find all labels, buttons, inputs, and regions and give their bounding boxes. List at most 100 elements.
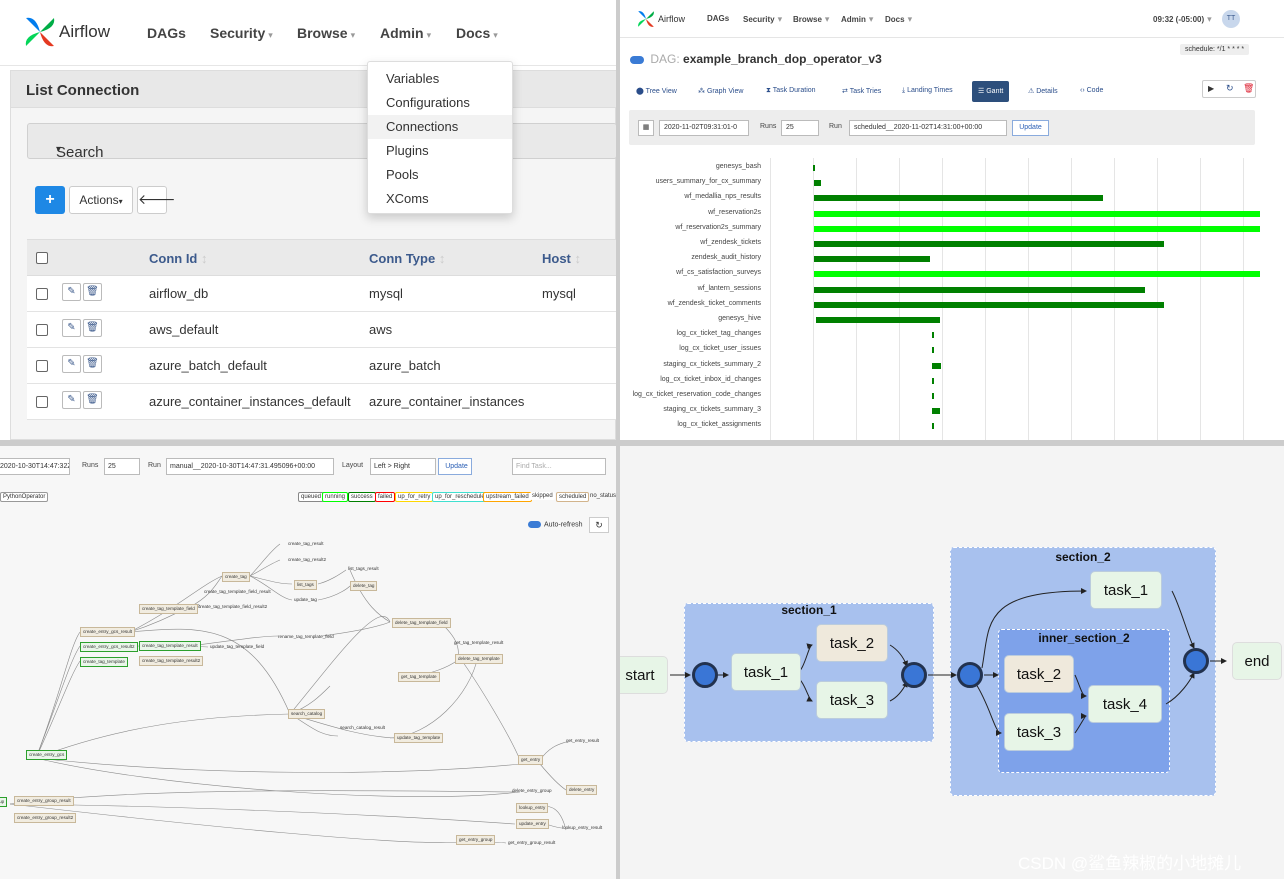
- graph-node[interactable]: search_catalog_result: [340, 725, 385, 731]
- brand-name[interactable]: Airflow: [658, 14, 685, 24]
- play-icon[interactable]: ▶: [1208, 84, 1214, 93]
- gantt-bar[interactable]: [814, 271, 1260, 278]
- graph-node[interactable]: get_entry_group_result: [508, 840, 555, 846]
- graph-node[interactable]: create_entry_group_result: [14, 796, 74, 806]
- update-button[interactable]: Update: [1012, 120, 1049, 136]
- graph-node[interactable]: delete_tag_template_field: [392, 618, 451, 628]
- tab-code[interactable]: ‹› Code: [1080, 87, 1103, 94]
- edit-icon[interactable]: ✎: [62, 391, 81, 409]
- graph-node[interactable]: create_tag: [222, 572, 250, 582]
- graph-node[interactable]: update_tag: [294, 597, 317, 603]
- row-checkbox[interactable]: [36, 288, 48, 300]
- column-host[interactable]: Host ↕: [542, 251, 581, 266]
- back-button[interactable]: 🡐: [137, 186, 176, 214]
- graph-node[interactable]: update_tag_template: [394, 733, 444, 743]
- graph-node[interactable]: lookup_entry: [516, 803, 549, 813]
- task-node-section2-task1[interactable]: task_1: [1090, 571, 1162, 609]
- add-button[interactable]: +: [35, 186, 65, 214]
- nav-security[interactable]: Security ▾: [743, 14, 782, 25]
- gantt-bar[interactable]: [814, 286, 1145, 293]
- graph-node[interactable]: create_tag_template_result: [139, 641, 201, 651]
- gantt-bar[interactable]: [816, 317, 940, 323]
- edit-icon[interactable]: ✎: [62, 355, 81, 373]
- nav-security[interactable]: Security ▾: [210, 25, 273, 41]
- task-node-end[interactable]: end: [1232, 642, 1282, 680]
- graph-node[interactable]: rename_tag_template_field: [278, 634, 334, 640]
- search-toggle[interactable]: Search ▾: [27, 123, 616, 161]
- graph-node[interactable]: create_tag_template_field_result2: [198, 604, 267, 610]
- dag-pause-toggle[interactable]: [630, 55, 644, 64]
- gantt-bar[interactable]: [813, 165, 815, 171]
- gantt-bar[interactable]: [932, 393, 934, 399]
- edit-icon[interactable]: ✎: [62, 319, 81, 337]
- avatar[interactable]: TT: [1222, 10, 1240, 28]
- runs-select[interactable]: 25: [781, 120, 819, 136]
- nav-docs[interactable]: Docs ▾: [456, 25, 498, 41]
- tab-task-duration[interactable]: ⧗ Task Duration: [766, 87, 816, 95]
- graph-node[interactable]: create_tag_result: [288, 541, 324, 547]
- clock-time[interactable]: 09:32 (-05:00) ▾: [1153, 14, 1212, 25]
- graph-node[interactable]: get_entry_group: [456, 835, 496, 845]
- nav-browse[interactable]: Browse ▾: [793, 14, 829, 25]
- nav-dags[interactable]: DAGs: [147, 25, 186, 41]
- brand-name[interactable]: Airflow: [59, 22, 110, 42]
- gantt-bar[interactable]: [814, 180, 821, 187]
- actions-button[interactable]: Actions▾: [69, 186, 133, 214]
- gantt-bar[interactable]: [814, 195, 1103, 202]
- gantt-bar[interactable]: [932, 408, 940, 415]
- graph-node[interactable]: list_tags_result: [348, 566, 379, 572]
- gantt-bar[interactable]: [814, 256, 930, 263]
- graph-node[interactable]: get_tag_template: [398, 672, 440, 682]
- graph-node[interactable]: create_tag_template_field_result: [204, 589, 271, 595]
- select-all-checkbox[interactable]: [36, 252, 48, 264]
- graph-node[interactable]: create_tag_result2: [288, 557, 326, 563]
- tab-gantt[interactable]: ☰ Gantt: [972, 81, 1010, 102]
- task-node-section1-task1[interactable]: task_1: [731, 653, 801, 691]
- tab-tree-view[interactable]: ⬤ Tree View: [636, 87, 677, 95]
- trash-icon[interactable]: 🗑: [83, 391, 102, 409]
- column-conn-id[interactable]: Conn Id ↕: [149, 251, 208, 266]
- calendar-icon[interactable]: ▦: [638, 120, 654, 136]
- nav-dags[interactable]: DAGs: [707, 14, 729, 23]
- nav-browse[interactable]: Browse ▾: [297, 25, 355, 41]
- graph-node[interactable]: create_entry_gcs_result: [80, 627, 136, 637]
- gantt-bar[interactable]: [932, 332, 934, 339]
- menu-item-pools[interactable]: Pools: [368, 163, 512, 187]
- graph-node[interactable]: delete_tag: [350, 581, 378, 591]
- graph-node[interactable]: roup: [0, 797, 8, 807]
- gantt-bar[interactable]: [932, 347, 934, 354]
- graph-node[interactable]: list_tags: [294, 580, 317, 590]
- graph-node[interactable]: delete_entry_group: [512, 788, 552, 794]
- nav-admin[interactable]: Admin ▾: [841, 14, 873, 25]
- graph-node[interactable]: create_entry_group_result2: [14, 813, 77, 823]
- task-node-section1-task2[interactable]: task_2: [816, 624, 888, 662]
- graph-node[interactable]: get_entry: [518, 755, 544, 765]
- graph-node[interactable]: update_entry: [516, 819, 549, 829]
- nav-admin[interactable]: Admin ▾: [380, 25, 431, 41]
- graph-node[interactable]: get_entry_result: [566, 738, 599, 744]
- graph-node[interactable]: get_tag_template_result: [454, 640, 503, 646]
- row-checkbox[interactable]: [36, 324, 48, 336]
- task-node-inner-task2[interactable]: task_2: [1004, 655, 1074, 693]
- graph-node[interactable]: lookup_entry_result: [562, 825, 602, 831]
- base-date-input[interactable]: 2020-11-02T09:31:01-0: [659, 120, 749, 136]
- graph-node[interactable]: update_tag_template_field: [210, 644, 264, 650]
- run-select[interactable]: scheduled__2020-11-02T14:31:00+00:00: [849, 120, 1007, 136]
- gantt-bar[interactable]: [814, 241, 1164, 247]
- task-node-inner-task4[interactable]: task_4: [1088, 685, 1162, 723]
- graph-node[interactable]: delete_tag_template: [455, 654, 503, 664]
- row-checkbox[interactable]: [36, 360, 48, 372]
- graph-node[interactable]: create_tag_template: [80, 657, 128, 667]
- gantt-bar[interactable]: [932, 377, 934, 384]
- trash-icon[interactable]: 🗑: [83, 355, 102, 373]
- menu-item-connections[interactable]: Connections: [368, 115, 512, 139]
- graph-node[interactable]: delete_entry: [566, 785, 598, 795]
- graph-node[interactable]: create_entry_gcs_result2: [80, 642, 138, 652]
- graph-node[interactable]: search_catalog: [288, 709, 326, 719]
- gantt-bar[interactable]: [932, 362, 941, 369]
- trash-icon[interactable]: 🗑: [1243, 83, 1254, 94]
- menu-item-plugins[interactable]: Plugins: [368, 139, 512, 163]
- gantt-bar[interactable]: [814, 210, 1260, 217]
- task-node-start[interactable]: start: [620, 656, 668, 694]
- task-node-inner-task3[interactable]: task_3: [1004, 713, 1074, 751]
